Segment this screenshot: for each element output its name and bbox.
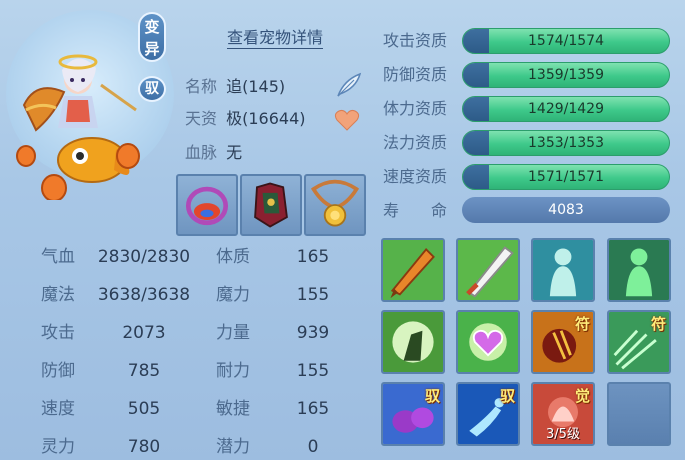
skill-10-tag: 驭 [499,387,515,405]
attack-aptitude-bar: 1574/1574 [462,28,670,54]
hp-value: 2830/2830 [97,247,191,267]
skill-slot-5[interactable] [381,310,445,374]
skill-slot-7[interactable]: 符 [531,310,595,374]
defense-value: 785 [127,361,161,381]
attack-value: 2073 [122,323,166,343]
attack-aptitude-value: 1574/1574 [528,33,604,49]
attack-label: 攻击 [41,323,75,343]
pet-bloodline-row: 血脉 无 [185,142,242,164]
potential-label: 潜力 [216,437,250,457]
defense-aptitude-value: 1359/1359 [528,67,604,83]
strength-label: 力量 [216,323,250,343]
constitution-label: 体质 [216,247,250,267]
view-pet-details-link[interactable]: 查看宠物详情 [227,28,324,49]
equipment-slot-accessory[interactable] [304,174,366,236]
ride-badge: 驭 [138,76,166,102]
lifespan-bar: 4083 [462,197,670,223]
defense-aptitude-label: 防御资质 [383,65,448,84]
endurance-label: 耐力 [216,361,250,381]
favorite-heart-icon[interactable] [334,108,360,132]
strength-value: 939 [296,323,330,343]
constitution-value: 165 [296,247,330,267]
spirit-label: 灵力 [41,437,75,457]
name-label: 名称 [185,77,218,96]
skill-slot-2[interactable] [456,238,520,302]
attack-aptitude-label: 攻击资质 [383,31,448,50]
mp-value: 3638/3638 [97,285,191,305]
skill-slot-empty[interactable] [607,382,671,446]
bloodline-value: 无 [226,143,243,162]
lifespan-label: 寿 命 [383,201,448,220]
skill-slot-11[interactable]: 觉 3/5级 [531,382,595,446]
skill-slot-4[interactable] [607,238,671,302]
armor-equipment-icon [254,182,288,228]
pet-detail-panel: 变异 驭 查看宠物详情 名称 追(145) 天资 极(16644) 血脉 无 气… [0,0,685,460]
stamina-aptitude-value: 1429/1429 [528,101,604,117]
skill-11-tag: 觉 [574,387,590,405]
stamina-aptitude-bar: 1429/1429 [462,96,670,122]
speed-value: 505 [127,399,161,419]
ring-equipment-icon [185,186,229,226]
green-figure-skill-icon [609,240,669,300]
potential-value: 0 [307,437,319,457]
agility-label: 敏捷 [216,399,250,419]
skill-slot-9[interactable]: 驭 [381,382,445,446]
pet-talent-row: 天资 极(16644) [185,108,306,130]
skill-11-level: 3/5级 [546,427,580,442]
skill-slot-3[interactable] [531,238,595,302]
defense-label: 防御 [41,361,75,381]
amulet-equipment-icon [310,179,360,227]
endurance-value: 155 [296,361,330,381]
shadow-figure-skill-icon [533,240,593,300]
agility-value: 165 [296,399,330,419]
warrior-skill-icon [383,312,443,372]
magic-aptitude-label: 法力资质 [383,133,448,152]
talent-label: 天资 [185,109,218,128]
speed-aptitude-bar: 1571/1571 [462,164,670,190]
talent-value: 极(16644) [226,109,306,128]
speed-aptitude-label: 速度资质 [383,167,448,186]
fire-sword-skill-icon [383,240,443,300]
heart-skill-icon [458,312,518,372]
mp-label: 魔法 [41,285,75,305]
rename-feather-icon[interactable] [334,72,364,98]
speed-label: 速度 [41,399,75,419]
sword-skill-icon [458,240,518,300]
skill-slot-10[interactable]: 驭 [456,382,520,446]
name-value: 追(145) [226,77,286,96]
equipment-slot-armor[interactable] [240,174,302,236]
magic-aptitude-bar: 1353/1353 [462,130,670,156]
hp-label: 气血 [41,247,75,267]
pet-name-row: 名称 追(145) [185,76,285,98]
skill-9-tag: 驭 [424,387,440,405]
mutation-badge: 变异 [138,12,166,62]
bloodline-label: 血脉 [185,143,218,162]
stamina-aptitude-label: 体力资质 [383,99,448,118]
magic-aptitude-value: 1353/1353 [528,135,604,151]
equipment-slot-necklace[interactable] [176,174,238,236]
skill-8-tag: 符 [650,315,666,333]
magic-power-label: 魔力 [216,285,250,305]
skill-7-tag: 符 [574,315,590,333]
skill-slot-6[interactable] [456,310,520,374]
magic-power-value: 155 [296,285,330,305]
skill-slot-8[interactable]: 符 [607,310,671,374]
defense-aptitude-bar: 1359/1359 [462,62,670,88]
spirit-value: 780 [127,437,161,457]
skill-slot-1[interactable] [381,238,445,302]
speed-aptitude-value: 1571/1571 [528,169,604,185]
